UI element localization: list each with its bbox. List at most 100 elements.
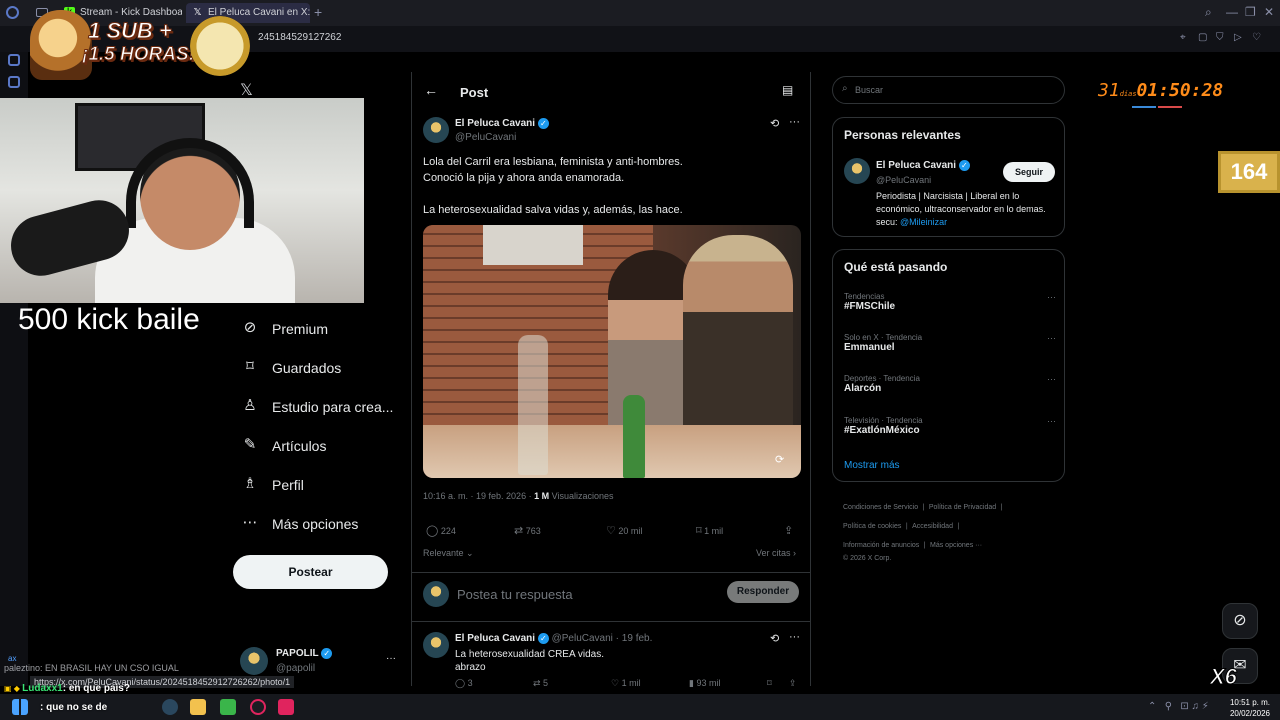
play-icon[interactable]: ▷ — [1234, 32, 1242, 43]
back-arrow-icon[interactable]: ← — [424, 82, 438, 98]
address-text[interactable]: 245184529127262 — [258, 32, 341, 43]
reply-input[interactable]: Postea tu respuesta — [457, 587, 573, 602]
nav-premium[interactable]: ⊘ Premium — [242, 317, 392, 343]
like-action[interactable]: ♡ 20 mil — [606, 524, 642, 537]
pin-icon[interactable]: ⌖ — [1180, 32, 1186, 43]
verified-badge-icon: ✓ — [958, 160, 970, 171]
timer-underline — [1158, 106, 1182, 108]
profile-icon: ♗ — [243, 475, 257, 492]
chevron-down-icon: ⌄ — [466, 548, 474, 558]
opera-gx-icon[interactable] — [250, 699, 266, 715]
post-image[interactable]: ⟳ — [423, 225, 801, 478]
avatar[interactable] — [423, 117, 449, 143]
grok-icon[interactable]: ⟲ — [770, 117, 779, 130]
bio-link[interactable]: @Mileinizar — [900, 217, 947, 227]
verified-badge-icon: ✓ — [321, 648, 333, 659]
verified-badge-icon: ✓ — [537, 118, 549, 129]
main-column: ← Post ▤ El Peluca Cavani ✓ @PeluCavani … — [411, 72, 811, 688]
reply-actions: ◯ 3 ⇄ 5 ♡ 1 mil ▮ 93 mil ⌑ ⇪ — [455, 678, 805, 690]
sort-dropdown[interactable]: Relevante ⌄ — [423, 548, 474, 559]
account-switcher[interactable]: PAPOLIL ✓ @papolil ··· — [240, 645, 400, 679]
maximize-icon[interactable]: ❐ — [1245, 5, 1256, 19]
share-icon[interactable]: ⇪ — [789, 678, 797, 689]
reply-icon: ◯ — [426, 525, 439, 537]
trend-item[interactable]: Televisión · Tendencia #ExatlónMéxico ··… — [844, 416, 1056, 446]
avatar[interactable] — [844, 158, 870, 184]
account-handle: @papolil — [276, 663, 316, 674]
grok-icon[interactable]: ⟲ — [770, 632, 779, 645]
close-icon[interactable]: ✕ — [1264, 5, 1274, 19]
game-controller-icon[interactable] — [220, 699, 236, 715]
trend-item[interactable]: Tendencias #FMSChile ··· — [844, 292, 1056, 322]
more-options-link[interactable]: Más opciones ··· — [930, 542, 982, 549]
repost-action[interactable]: ⇄ 763 — [514, 524, 541, 537]
counter-badge: 164 — [1218, 151, 1280, 193]
more-icon[interactable]: ··· — [1047, 416, 1056, 426]
shield-icon[interactable]: ⛉ — [1216, 32, 1224, 43]
views-action[interactable]: ▮ 93 mil — [689, 678, 720, 689]
grok-fab[interactable]: ⊘ — [1222, 603, 1258, 639]
relevant-name[interactable]: El Peluca Cavani ✓ — [876, 160, 970, 171]
reply-composer: Postea tu respuesta Responder — [412, 572, 810, 622]
like-action[interactable]: ♡ 1 mil — [611, 678, 641, 689]
messenger-icon[interactable] — [8, 54, 20, 66]
nav-guardados[interactable]: ⌑ Guardados — [242, 356, 392, 382]
accessibility-link[interactable]: Accesibilidad — [912, 523, 953, 530]
nav-perfil[interactable]: ♗ Perfil — [242, 473, 392, 499]
post-handle[interactable]: @PeluCavani — [455, 132, 516, 143]
quotes-link[interactable]: Ver citas › — [756, 548, 796, 558]
privacy-link[interactable]: Política de Privacidad — [929, 504, 996, 511]
heart-icon[interactable]: ♡ — [1252, 32, 1261, 43]
steam-icon[interactable] — [162, 699, 178, 715]
page-title: Post — [460, 85, 489, 100]
post-button[interactable]: Postear — [233, 555, 388, 589]
clock[interactable]: 10:51 p. m. 20/02/2026 — [1228, 697, 1270, 719]
alarm-clock-icon — [190, 16, 250, 76]
terms-link[interactable]: Condiciones de Servicio — [843, 504, 918, 511]
more-icon[interactable]: ··· — [386, 653, 396, 664]
image-options-icon[interactable]: ⟳ — [775, 453, 784, 466]
opera-logo-icon[interactable] — [6, 6, 19, 19]
search-icon[interactable]: ⌕ — [1205, 5, 1212, 20]
post-author[interactable]: El Peluca Cavani ✓ — [455, 118, 549, 129]
ads-info-link[interactable]: Información de anuncios — [843, 542, 919, 549]
reply-action[interactable]: ◯ 224 — [426, 524, 456, 537]
more-icon[interactable]: ··· — [789, 631, 800, 643]
more-icon[interactable]: ··· — [1047, 292, 1056, 302]
ai-assistant-icon[interactable] — [8, 76, 20, 88]
trend-item[interactable]: Deportes · Tendencia Alarcón ··· — [844, 374, 1056, 404]
avatar[interactable] — [423, 632, 449, 658]
more-icon[interactable]: ··· — [1047, 333, 1056, 343]
file-explorer-icon[interactable] — [190, 699, 206, 715]
cookies-link[interactable]: Política de cookies — [843, 523, 901, 530]
table — [423, 425, 801, 478]
footer-links: Condiciones de Servicio | Política de Pr… — [843, 497, 1063, 564]
banner-line2: ¡1.5 HORAS! — [82, 44, 196, 66]
more-icon[interactable]: ··· — [1047, 374, 1056, 384]
system-tray[interactable]: ⌃ ⚲ ⊡ ♫ ⚡ — [1148, 701, 1209, 712]
nav-creator-studio[interactable]: ♙ Estudio para crea... — [242, 395, 402, 421]
trending-card: Qué está pasando Tendencias #FMSChile ··… — [832, 249, 1065, 482]
bookmark-action[interactable]: ⌑ 1 mil — [696, 524, 723, 537]
share-icon[interactable]: ⇪ — [784, 524, 793, 537]
post-text: Lola del Carril era lesbiana, feminista … — [423, 156, 683, 216]
more-icon[interactable]: ··· — [789, 116, 800, 128]
trend-item[interactable]: Solo en X · Tendencia Emmanuel ··· — [844, 333, 1056, 363]
repost-action[interactable]: ⇄ 5 — [533, 678, 548, 689]
reply-author[interactable]: El Peluca Cavani ✓ @PeluCavani · 19 feb. — [455, 633, 652, 644]
reader-mode-icon[interactable]: ▤ — [782, 83, 793, 97]
banner-line1: 1 SUB + — [88, 18, 173, 44]
nav-articulos[interactable]: ✎ Artículos — [242, 434, 392, 460]
windows-start-icon[interactable] — [12, 699, 28, 715]
app-icon[interactable] — [278, 699, 294, 715]
snapshot-icon[interactable]: ▢ — [1198, 32, 1207, 43]
reply-action[interactable]: ◯ 3 — [455, 678, 473, 689]
nav-mas-opciones[interactable]: ⋯ Más opciones — [242, 512, 392, 538]
follow-button[interactable]: Seguir — [1003, 162, 1055, 182]
search-input[interactable]: ⌕ Buscar — [832, 76, 1065, 104]
show-more-link[interactable]: Mostrar más — [844, 460, 900, 471]
reply-button[interactable]: Responder — [727, 581, 799, 603]
bookmark-icon[interactable]: ⌑ — [767, 678, 772, 689]
new-tab-button[interactable]: + — [314, 4, 322, 20]
minimize-icon[interactable]: — — [1226, 5, 1238, 19]
